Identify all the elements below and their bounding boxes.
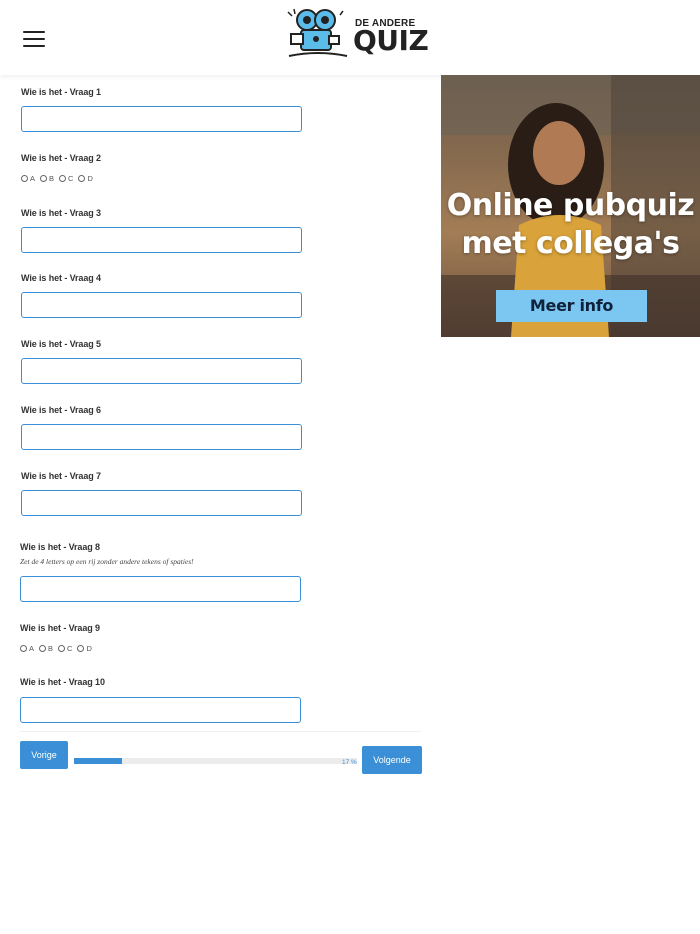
question-label: Wie is het - Vraag 9 [20,623,100,633]
answer-input-3[interactable] [21,227,302,253]
question-label: Wie is het - Vraag 7 [21,471,101,481]
question-label: Wie is het - Vraag 4 [21,273,101,283]
answer-input-8[interactable] [20,576,301,602]
question-label: Wie is het - Vraag 10 [20,677,105,687]
radio-group-9: A B C D [20,644,97,653]
question-2: Wie is het - Vraag 2 [21,153,101,163]
answer-input-4[interactable] [21,292,302,318]
question-4: Wie is het - Vraag 4 [21,273,101,283]
ad-banner[interactable]: Online pubquiz met collega's Meer info [441,75,700,337]
previous-button[interactable]: Vorige [20,741,68,769]
answer-input-10[interactable] [20,697,301,723]
question-label: Wie is het - Vraag 2 [21,153,101,163]
progress-fill [74,758,123,764]
radio-option-b[interactable]: B [40,174,54,183]
answer-input-6[interactable] [21,424,302,450]
ad-headline-line-2: met collega's [461,226,680,261]
question-hint: Zet de 4 letters op een rij zonder ander… [20,557,194,566]
divider [20,731,421,732]
answer-input-1[interactable] [21,106,302,132]
question-7: Wie is het - Vraag 7 [21,471,101,481]
progress-percentage: 17 % [342,759,357,766]
radio-option-c[interactable]: C [58,644,72,653]
question-3: Wie is het - Vraag 3 [21,208,101,218]
question-5: Wie is het - Vraag 5 [21,339,101,349]
logo-text-big: QUIZ [353,24,429,57]
site-header: DE ANDERE QUIZ [0,0,700,75]
question-1: Wie is het - Vraag 1 [21,87,101,97]
hamburger-menu-icon[interactable] [23,31,45,47]
radio-option-c[interactable]: C [59,174,73,183]
radio-option-a[interactable]: A [20,644,34,653]
question-9: Wie is het - Vraag 9 [20,623,100,633]
answer-input-5[interactable] [21,358,302,384]
question-label: Wie is het - Vraag 6 [21,405,101,415]
question-label: Wie is het - Vraag 3 [21,208,101,218]
question-label: Wie is het - Vraag 8 [20,542,100,552]
progress-bar [74,758,357,764]
question-label: Wie is het - Vraag 5 [21,339,101,349]
radio-option-d[interactable]: D [77,644,92,653]
ad-headline-line-1: Online pubquiz [446,188,695,223]
site-logo[interactable]: DE ANDERE QUIZ [285,8,429,58]
question-6: Wie is het - Vraag 6 [21,405,101,415]
radio-option-a[interactable]: A [21,174,35,183]
ad-more-info-button[interactable]: Meer info [496,290,647,322]
next-button[interactable]: Volgende [362,746,422,774]
question-8: Wie is het - Vraag 8 Zet de 4 letters op… [20,542,194,566]
radio-group-2: A B C D [21,174,98,183]
question-10: Wie is het - Vraag 10 [20,677,105,687]
radio-option-b[interactable]: B [39,644,53,653]
answer-input-7[interactable] [21,490,302,516]
question-label: Wie is het - Vraag 1 [21,87,101,97]
camera-mascot-icon [287,8,348,57]
radio-option-d[interactable]: D [78,174,93,183]
